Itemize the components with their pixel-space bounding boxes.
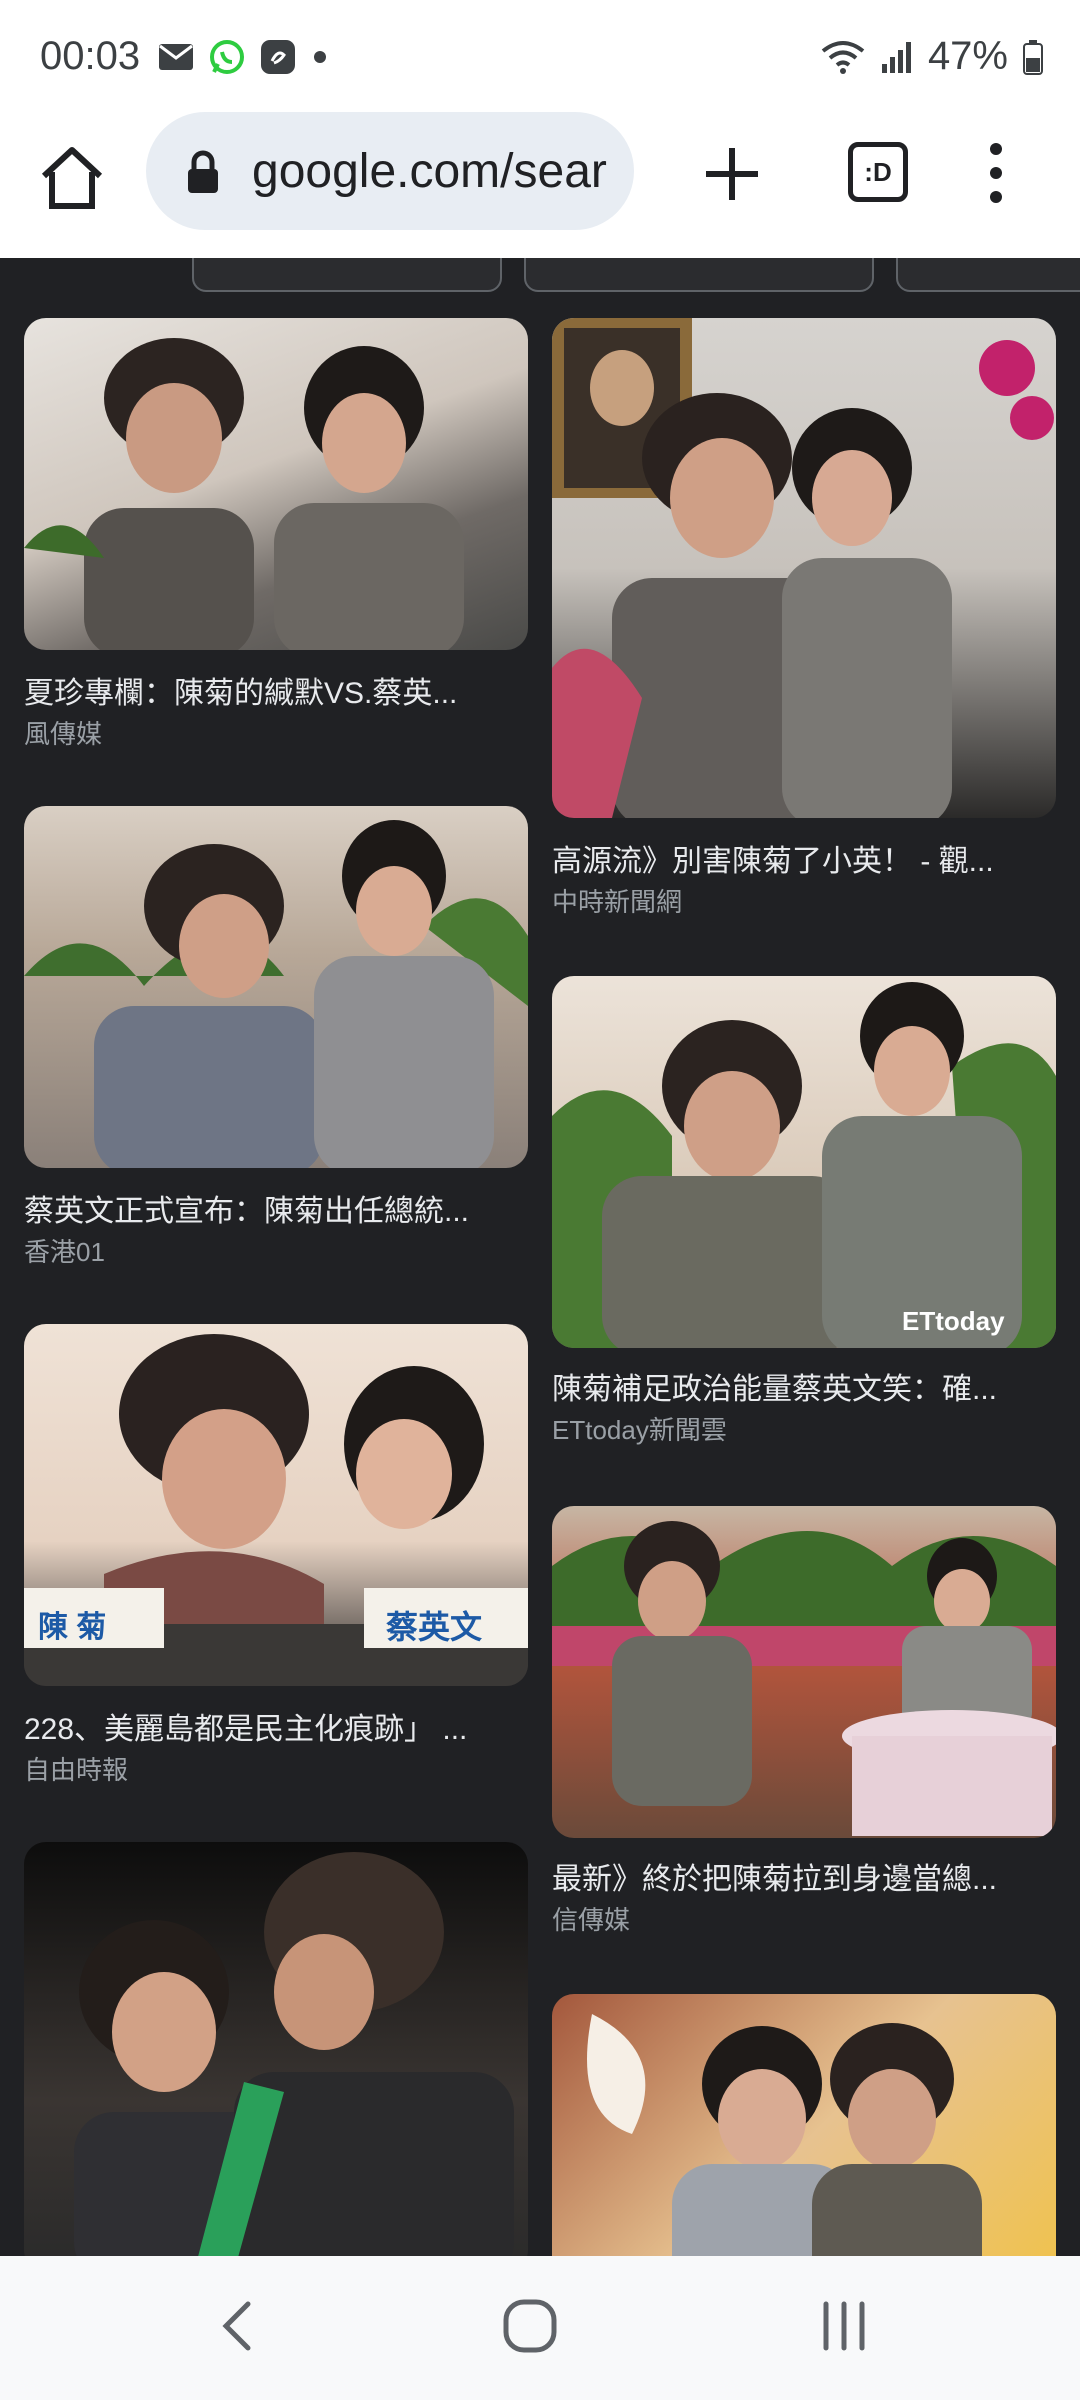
plus-icon[interactable] (700, 142, 764, 206)
people-photo (552, 318, 1054, 818)
people-photo (552, 982, 1056, 1348)
back-icon[interactable] (210, 2296, 270, 2356)
people-photo (74, 1852, 514, 2256)
people-photo (587, 2014, 982, 2256)
result-image[interactable] (24, 806, 528, 1168)
status-time: 00:03 (40, 34, 141, 78)
wifi-icon (821, 40, 865, 74)
result-title[interactable]: 夏珍專欄：陳菊的緘默VS.蔡英... (24, 668, 528, 712)
filter-chip[interactable] (192, 258, 502, 292)
home-icon[interactable] (38, 144, 106, 212)
overflow-menu-icon[interactable] (976, 140, 1016, 206)
people-photo (24, 820, 528, 1168)
battery-percent: 47% (927, 34, 1008, 78)
url-bar[interactable]: google.com/sear (146, 112, 634, 230)
result-image[interactable] (24, 318, 528, 650)
result-image[interactable]: 陳 菊 蔡英文 (24, 1324, 528, 1686)
filter-chip[interactable] (524, 258, 874, 292)
result-source: 香港01 (24, 1237, 105, 1267)
filter-chip[interactable] (896, 258, 1080, 292)
image-label: 蔡英文 (386, 1609, 483, 1645)
result-source: 自由時報 (24, 1755, 129, 1785)
result-title[interactable]: 最新》終於把陳菊拉到身邊當總... (552, 1854, 1056, 1898)
result-image[interactable] (552, 1506, 1056, 1838)
notification-icons (158, 38, 330, 76)
tab-switcher-icon[interactable]: :D (848, 142, 908, 202)
result-title[interactable]: 228、美麗島都是民主化痕跡」 ... (24, 1704, 528, 1748)
result-image[interactable] (24, 1842, 528, 2256)
result-source: 中時新聞網 (552, 887, 683, 917)
whatsapp-icon (210, 40, 244, 74)
people-photo (24, 338, 464, 650)
lock-icon[interactable] (186, 150, 220, 194)
result-source: 風傳媒 (24, 719, 103, 749)
tab-switcher-label: :D (864, 156, 892, 187)
result-image[interactable] (552, 318, 1056, 818)
recent-apps-icon[interactable] (814, 2296, 874, 2356)
result-source: ETtoday新聞雲 (552, 1415, 727, 1445)
result-image[interactable] (552, 1994, 1056, 2256)
image-label: 陳 菊 (38, 1611, 107, 1644)
signal-icon (881, 41, 911, 73)
result-title[interactable]: 高源流》別害陳菊了小英！ - 觀... (552, 836, 1056, 880)
status-bar: 00:03 47% (0, 0, 1080, 116)
people-photo (552, 1521, 1056, 1836)
url-text: google.com/sear (252, 145, 607, 198)
image-results: 夏珍專欄：陳菊的緘默VS.蔡英... 風傳媒 蔡英文正式宣布：陳菊出任總統...… (0, 258, 1080, 2256)
system-nav-bar (0, 2256, 1080, 2400)
result-title[interactable]: 陳菊補足政治能量蔡英文笑：確... (552, 1364, 1056, 1408)
result-source: 信傳媒 (552, 1905, 631, 1935)
result-title[interactable]: 蔡英文正式宣布：陳菊出任總統... (24, 1186, 528, 1230)
image-label: ETtoday (902, 1306, 1005, 1336)
battery-icon (1023, 39, 1043, 75)
evernote-icon (261, 40, 295, 74)
home-nav-icon[interactable] (500, 2296, 560, 2356)
dot-icon (314, 51, 326, 63)
result-image[interactable]: ETtoday (552, 976, 1056, 1348)
mail-icon (159, 44, 193, 70)
